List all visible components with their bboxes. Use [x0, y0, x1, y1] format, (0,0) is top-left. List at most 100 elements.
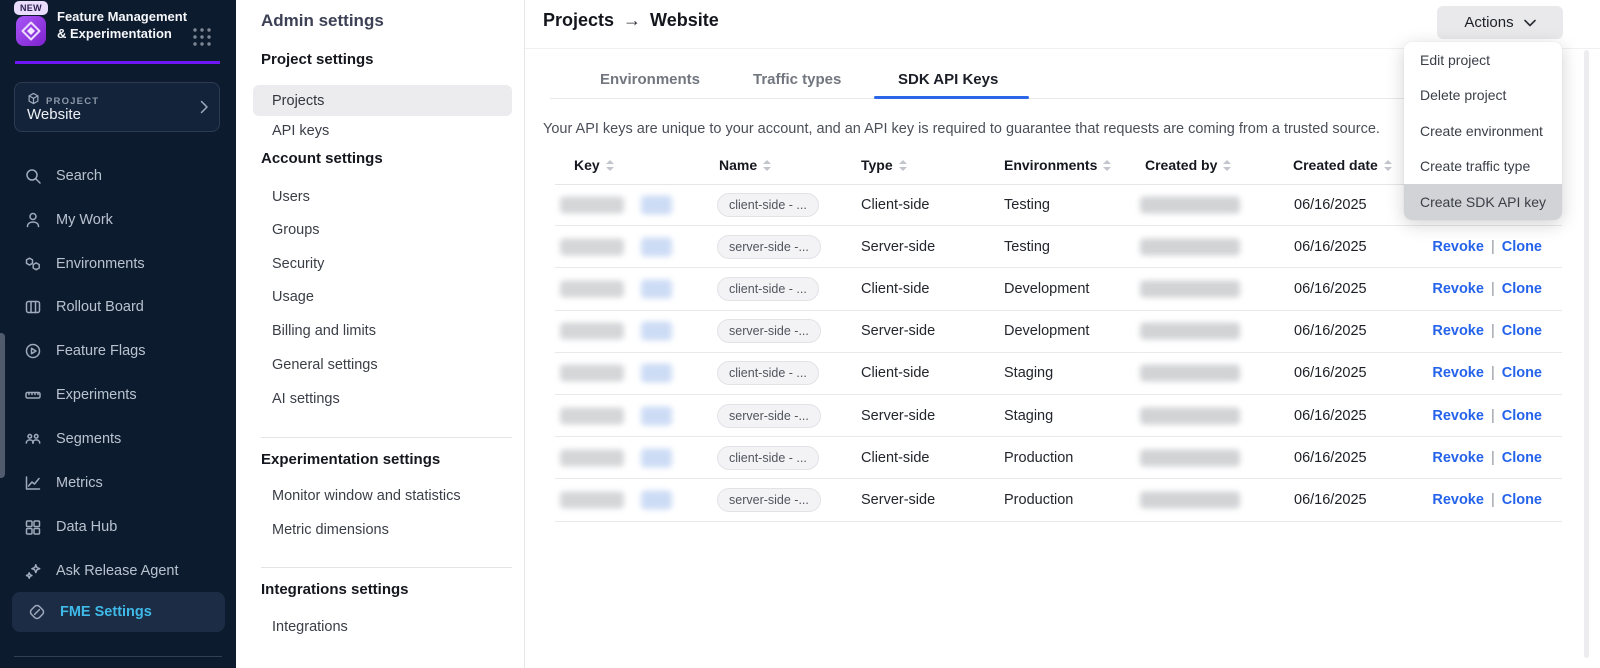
type-cell: Server-side	[861, 239, 935, 255]
menu-item-edit-project[interactable]: Edit project	[1404, 42, 1562, 78]
revoke-link[interactable]: Revoke	[1432, 281, 1484, 297]
fme-logo-icon	[16, 16, 46, 46]
admin-item-monitor-window[interactable]: Monitor window and statistics	[272, 488, 461, 504]
column-header-key[interactable]: Key	[574, 154, 614, 176]
admin-item-users[interactable]: Users	[272, 189, 310, 205]
flag-circle-icon	[24, 342, 42, 360]
api-key-name-pill: server-side -...	[717, 404, 821, 428]
revoke-link[interactable]: Revoke	[1432, 365, 1484, 381]
redacted-key-value	[560, 238, 624, 255]
sidebar-item-experiments[interactable]: Experiments	[8, 381, 228, 409]
redacted-created-by	[1140, 449, 1240, 466]
redacted-key-action[interactable]	[641, 406, 672, 425]
environment-cell: Testing	[1004, 197, 1050, 213]
redacted-key-action[interactable]	[641, 279, 672, 298]
column-header-type[interactable]: Type	[861, 154, 907, 176]
sidebar-item-my-work[interactable]: My Work	[8, 206, 228, 234]
redacted-key-value	[560, 407, 624, 424]
environment-cell: Development	[1004, 323, 1089, 339]
admin-item-usage[interactable]: Usage	[272, 289, 314, 305]
sort-icon[interactable]	[1384, 160, 1392, 171]
redacted-key-action[interactable]	[641, 237, 672, 256]
sidebar-item-metrics[interactable]: Metrics	[8, 469, 228, 497]
row-actions: Revoke | Clone	[1432, 492, 1542, 508]
sort-icon[interactable]	[606, 160, 614, 171]
api-key-name-pill: client-side - ...	[717, 277, 819, 301]
admin-item-projects[interactable]: Projects	[253, 85, 512, 116]
sort-icon[interactable]	[1103, 160, 1111, 171]
admin-item-billing-and-limits[interactable]: Billing and limits	[272, 323, 376, 339]
sidebar-item-ask-release-agent[interactable]: Ask Release Agent	[8, 557, 228, 585]
sort-icon[interactable]	[899, 160, 907, 171]
sidebar-item-fme-settings[interactable]: FME Settings	[12, 592, 225, 632]
admin-item-security[interactable]: Security	[272, 256, 324, 272]
user-icon	[24, 211, 42, 229]
revoke-link[interactable]: Revoke	[1432, 323, 1484, 339]
app-switcher-grid-icon[interactable]	[191, 26, 213, 48]
project-label: PROJECT	[46, 96, 99, 107]
menu-item-create-sdk-api-key[interactable]: Create SDK API key	[1404, 184, 1562, 220]
revoke-link[interactable]: Revoke	[1432, 239, 1484, 255]
sidebar-item-search[interactable]: Search	[8, 162, 228, 190]
redacted-created-by	[1140, 491, 1240, 508]
row-actions: Revoke | Clone	[1432, 281, 1542, 297]
column-header-created-by[interactable]: Created by	[1145, 154, 1231, 176]
revoke-link[interactable]: Revoke	[1432, 450, 1484, 466]
active-tab-underline	[874, 96, 1029, 99]
revoke-link[interactable]: Revoke	[1432, 492, 1484, 508]
clone-link[interactable]: Clone	[1502, 281, 1542, 297]
table-row: server-side -... Server-side Production …	[555, 479, 1562, 521]
revoke-link[interactable]: Revoke	[1432, 408, 1484, 424]
redacted-key-value	[560, 365, 624, 382]
sidebar-item-segments[interactable]: Segments	[8, 425, 228, 453]
menu-item-create-traffic-type[interactable]: Create traffic type	[1404, 149, 1562, 185]
redacted-key-action[interactable]	[641, 448, 672, 467]
table-row: server-side -... Server-side Staging 06/…	[555, 395, 1562, 437]
section-heading-project-settings: Project settings	[261, 51, 374, 68]
redacted-created-by	[1140, 365, 1240, 382]
environment-cell: Production	[1004, 450, 1073, 466]
redacted-key-action[interactable]	[641, 364, 672, 383]
clone-link[interactable]: Clone	[1502, 323, 1542, 339]
clone-link[interactable]: Clone	[1502, 239, 1542, 255]
sidebar-item-feature-flags[interactable]: Feature Flags	[8, 337, 228, 365]
table-row: client-side - ... Client-side Staging 06…	[555, 353, 1562, 395]
clone-link[interactable]: Clone	[1502, 365, 1542, 381]
sidebar-scrollbar-thumb[interactable]	[0, 333, 5, 478]
column-header-name[interactable]: Name	[719, 154, 771, 176]
clone-link[interactable]: Clone	[1502, 408, 1542, 424]
tab-sdk-api-keys[interactable]: SDK API Keys	[898, 60, 998, 99]
actions-button[interactable]: Actions	[1437, 6, 1563, 39]
line-chart-icon	[24, 474, 42, 492]
admin-item-integrations[interactable]: Integrations	[272, 619, 348, 635]
column-header-created-date[interactable]: Created date	[1293, 154, 1392, 176]
redacted-key-action[interactable]	[641, 195, 672, 214]
menu-item-delete-project[interactable]: Delete project	[1404, 78, 1562, 114]
clone-link[interactable]: Clone	[1502, 492, 1542, 508]
menu-item-create-environment[interactable]: Create environment	[1404, 113, 1562, 149]
tab-environments[interactable]: Environments	[600, 60, 700, 99]
type-cell: Client-side	[861, 281, 930, 297]
sidebar-item-environments[interactable]: Environments	[8, 250, 228, 278]
breadcrumb-arrow-icon: →	[623, 10, 641, 31]
admin-item-api-keys[interactable]: API keys	[272, 123, 329, 139]
sidebar-item-rollout-board[interactable]: Rollout Board	[8, 293, 228, 321]
sort-icon[interactable]	[763, 160, 771, 171]
column-header-environments[interactable]: Environments	[1004, 154, 1111, 176]
sort-icon[interactable]	[1223, 160, 1231, 171]
redacted-key-action[interactable]	[641, 490, 672, 509]
main-scrollbar-track[interactable]	[1584, 50, 1589, 658]
tab-traffic-types[interactable]: Traffic types	[753, 60, 841, 99]
project-selector[interactable]: PROJECT Website	[14, 82, 220, 132]
admin-item-metric-dimensions[interactable]: Metric dimensions	[272, 522, 389, 538]
redacted-key-action[interactable]	[641, 322, 672, 341]
redacted-created-by	[1140, 407, 1240, 424]
redacted-key-value	[560, 280, 624, 297]
clone-link[interactable]: Clone	[1502, 450, 1542, 466]
admin-item-general-settings[interactable]: General settings	[272, 357, 378, 373]
hexagons-icon	[24, 255, 42, 273]
sidebar-item-data-hub[interactable]: Data Hub	[8, 513, 228, 541]
admin-item-groups[interactable]: Groups	[272, 222, 320, 238]
section-heading-account-settings: Account settings	[261, 150, 383, 167]
admin-item-ai-settings[interactable]: AI settings	[272, 391, 340, 407]
